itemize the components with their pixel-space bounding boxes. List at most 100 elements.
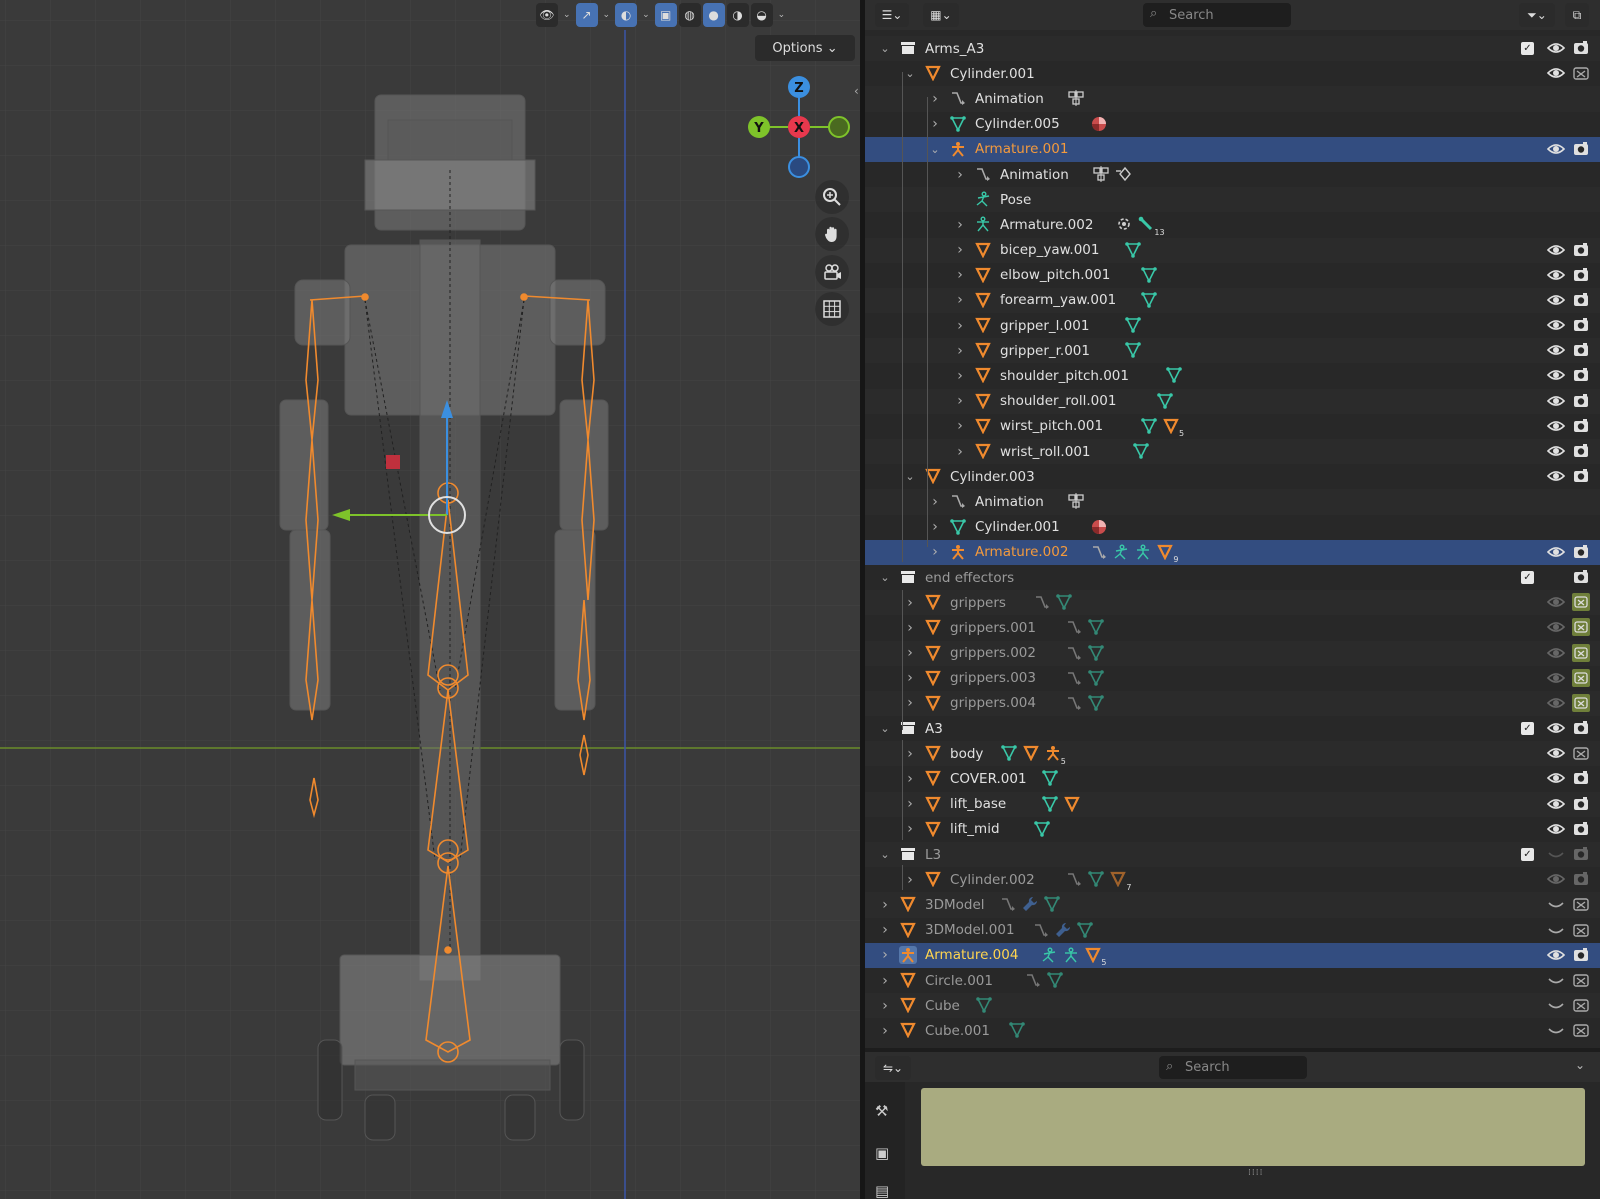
- meshdata-icon[interactable]: [1088, 619, 1105, 639]
- outliner-row[interactable]: › 3DModel: [865, 892, 1600, 918]
- hand-icon[interactable]: [815, 217, 849, 251]
- eye-icon[interactable]: [1547, 1022, 1565, 1038]
- zoom-icon[interactable]: [815, 180, 849, 214]
- outliner-row[interactable]: ⌄ end effectors ✓: [865, 565, 1600, 590]
- anim-icon[interactable]: [1000, 896, 1016, 916]
- chevron-right-icon[interactable]: ›: [954, 167, 966, 183]
- solid-shading-icon[interactable]: ●: [702, 3, 725, 27]
- render-icon[interactable]: ▣: [875, 1144, 889, 1162]
- exclude-checkbox[interactable]: ✓: [1521, 42, 1534, 55]
- wireframe-shading-icon[interactable]: ◍: [678, 3, 701, 27]
- anim-icon[interactable]: [1066, 871, 1082, 891]
- chevron-right-icon[interactable]: ›: [879, 1023, 891, 1039]
- chevron-right-icon[interactable]: ›: [879, 998, 891, 1014]
- render-camera-icon[interactable]: [1572, 643, 1590, 662]
- chevron-down-icon[interactable]: ⌄: [879, 571, 891, 584]
- chevron-right-icon[interactable]: ›: [904, 746, 916, 762]
- outliner-row[interactable]: ⌄ Cylinder.003: [865, 464, 1600, 489]
- meshdata-icon[interactable]: [1141, 418, 1157, 438]
- eye-icon[interactable]: [1546, 645, 1566, 661]
- render-camera-icon[interactable]: [1572, 569, 1590, 585]
- meshdata-icon[interactable]: [1088, 871, 1105, 891]
- properties-search-input[interactable]: ⌕ Search: [1159, 1056, 1307, 1079]
- exclude-checkbox[interactable]: ✓: [1521, 722, 1534, 736]
- render-camera-icon[interactable]: [1572, 1022, 1590, 1038]
- action-icon[interactable]: [1067, 90, 1085, 110]
- meshdata-icon[interactable]: [975, 997, 992, 1017]
- outliner-row[interactable]: › bicep_yaw.001: [865, 237, 1600, 263]
- meshdata-icon[interactable]: [1041, 770, 1058, 790]
- options-button[interactable]: Options ⌄: [755, 35, 855, 61]
- new-collection-icon[interactable]: ⧉: [1565, 3, 1589, 27]
- chevron-right-icon[interactable]: ›: [954, 242, 966, 258]
- action-icon[interactable]: [1092, 165, 1110, 186]
- chevron-right-icon[interactable]: ›: [954, 318, 966, 334]
- eye-icon[interactable]: [1546, 745, 1566, 761]
- meshdata-icon[interactable]: [1124, 342, 1141, 362]
- exclude-checkbox[interactable]: ✓: [1521, 570, 1534, 584]
- anim-icon[interactable]: [1091, 544, 1107, 564]
- chevron-right-icon[interactable]: ›: [954, 418, 966, 434]
- pose-icon[interactable]: [1041, 947, 1057, 967]
- outliner-row[interactable]: › body 5: [865, 741, 1600, 767]
- render-camera-icon[interactable]: [1572, 443, 1590, 459]
- eye-icon[interactable]: [1546, 40, 1566, 56]
- eye-icon[interactable]: [1546, 796, 1566, 812]
- eye-icon[interactable]: [1546, 670, 1566, 686]
- anim-icon[interactable]: [1033, 922, 1049, 942]
- render-camera-icon[interactable]: [1572, 65, 1590, 81]
- outliner-row[interactable]: › Cube: [865, 993, 1600, 1019]
- render-camera-icon[interactable]: [1572, 745, 1590, 761]
- meshdata-icon[interactable]: [1141, 292, 1157, 312]
- chevron-right-icon[interactable]: ›: [904, 796, 916, 812]
- render-camera-icon[interactable]: [1572, 141, 1590, 157]
- outliner-row[interactable]: › Animation: [865, 489, 1600, 515]
- render-camera-icon[interactable]: [1572, 770, 1590, 786]
- visibility-icon[interactable]: 👁: [536, 3, 558, 27]
- tool-icon[interactable]: ⚒: [875, 1102, 888, 1120]
- armaturedata-icon[interactable]: [1135, 544, 1151, 564]
- sidebar-toggle-icon[interactable]: ‹: [854, 84, 859, 98]
- chevron-down-icon[interactable]: ⌄: [904, 67, 916, 80]
- chevron-right-icon[interactable]: ›: [954, 393, 966, 409]
- eye-icon[interactable]: [1546, 871, 1566, 887]
- outliner-row[interactable]: › 3DModel.001: [865, 918, 1600, 943]
- mesh-icon[interactable]: [1157, 544, 1174, 564]
- eye-icon[interactable]: [1546, 443, 1566, 459]
- render-camera-icon[interactable]: [1572, 997, 1590, 1013]
- view-layer-icon[interactable]: ▦⌄: [923, 3, 959, 27]
- render-camera-icon[interactable]: [1572, 947, 1590, 963]
- meshdata-icon[interactable]: [1088, 695, 1105, 715]
- outliner-row[interactable]: › grippers.003: [865, 666, 1600, 691]
- eye-icon[interactable]: [1546, 141, 1566, 157]
- chevron-right-icon[interactable]: ›: [954, 267, 966, 283]
- chevron-right-icon[interactable]: ›: [929, 91, 941, 107]
- outliner-row[interactable]: › lift_base: [865, 791, 1600, 817]
- meshdata-icon[interactable]: [1124, 241, 1141, 262]
- chevron-down-icon[interactable]: ⌄: [879, 42, 891, 55]
- anim-icon[interactable]: [1066, 670, 1082, 690]
- outliner-row[interactable]: › Armature.004 5: [865, 942, 1600, 968]
- bonegroup-icon[interactable]: [1116, 216, 1132, 236]
- eye-icon[interactable]: [1547, 569, 1565, 585]
- chevron-right-icon[interactable]: ›: [879, 947, 891, 963]
- eye-icon[interactable]: [1546, 947, 1566, 963]
- outliner-row[interactable]: › COVER.001: [865, 766, 1600, 791]
- outliner-row[interactable]: › shoulder_roll.001: [865, 388, 1600, 414]
- chevron-right-icon[interactable]: ›: [879, 922, 891, 938]
- overlay-icon[interactable]: ◐: [615, 3, 638, 27]
- material-icon[interactable]: [1091, 116, 1107, 136]
- render-camera-icon[interactable]: [1572, 618, 1590, 637]
- chevron-right-icon[interactable]: ›: [954, 368, 966, 384]
- render-camera-icon[interactable]: [1572, 668, 1590, 687]
- outliner-row[interactable]: ⌄ A3 ✓: [865, 716, 1600, 741]
- eye-icon[interactable]: [1547, 922, 1565, 938]
- outliner-row[interactable]: › elbow_pitch.001: [865, 263, 1600, 288]
- action-icon[interactable]: [1067, 493, 1085, 513]
- mesh-icon[interactable]: [1110, 871, 1127, 891]
- outliner-row[interactable]: › gripper_l.001: [865, 313, 1600, 338]
- chevron-right-icon[interactable]: ›: [929, 544, 941, 560]
- chevron-right-icon[interactable]: ›: [904, 595, 916, 611]
- eye-icon[interactable]: [1546, 720, 1566, 736]
- eye-icon[interactable]: [1547, 896, 1565, 912]
